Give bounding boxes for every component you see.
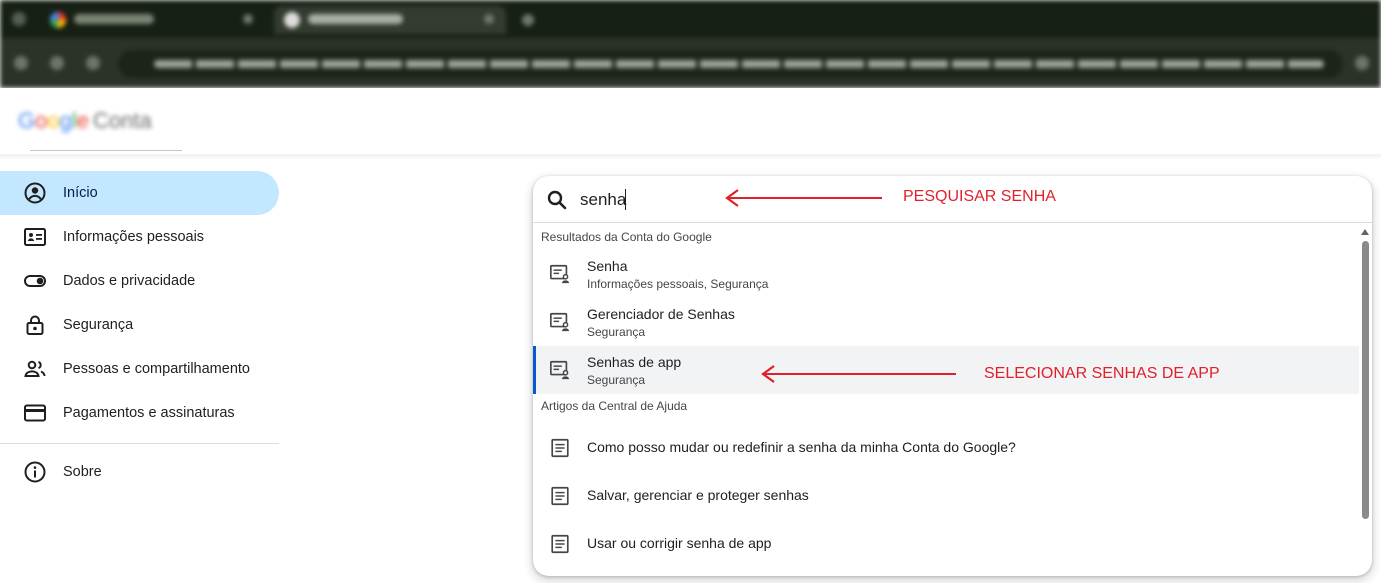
reload-button[interactable] [86, 56, 100, 70]
header-divider [30, 150, 182, 151]
browser-chrome [0, 0, 1381, 88]
tab-strip [0, 0, 1381, 38]
favicon-icon [50, 12, 66, 28]
sidebar-item-sobre[interactable]: Sobre [0, 450, 279, 494]
search-icon[interactable] [545, 188, 569, 212]
result-subtitle: Segurança [587, 373, 646, 387]
scrollbar-thumb[interactable] [1362, 241, 1369, 519]
header-shadow [0, 154, 1381, 160]
back-button[interactable] [14, 56, 28, 70]
text-caret [625, 189, 626, 210]
annotation-arrow-select [761, 365, 956, 383]
extensions-button[interactable] [1355, 56, 1369, 70]
sidebar-item-label: Pagamentos e assinaturas [63, 405, 235, 421]
result-subtitle: Segurança [587, 325, 646, 339]
result-title: Usar ou corrigir senha de app [587, 535, 772, 551]
annotation-arrow-search [725, 189, 882, 207]
tab-title [74, 14, 154, 24]
article-icon [551, 534, 569, 554]
result-item-article-gerenciar-senhas[interactable]: Salvar, gerenciar e proteger senhas [533, 472, 1359, 520]
close-tab-icon[interactable] [243, 14, 253, 24]
sidebar-item-pagamentos-e-assinaturas[interactable]: Pagamentos e assinaturas [0, 391, 279, 435]
id-card-icon [24, 228, 46, 246]
results-scrollbar[interactable] [1359, 224, 1372, 576]
article-icon [551, 486, 569, 506]
close-tab-icon[interactable] [484, 14, 494, 24]
browser-tab-active[interactable] [274, 6, 506, 34]
result-item-senha[interactable]: Senha Informações pessoais, Segurança [533, 250, 1359, 298]
settings-page-icon [550, 264, 570, 284]
favicon-icon [284, 12, 300, 28]
settings-page-icon [550, 360, 570, 380]
result-title: Senhas de app [587, 354, 682, 370]
sidebar-nav: Início Informações pessoais Dados e priv… [0, 171, 279, 494]
result-title: Gerenciador de Senhas [587, 306, 735, 322]
result-item-gerenciador-de-senhas[interactable]: Gerenciador de Senhas Segurança [533, 298, 1359, 346]
result-subtitle: Informações pessoais, Segurança [587, 277, 769, 291]
url-text [154, 60, 1324, 68]
result-title: Como posso mudar ou redefinir a senha da… [587, 439, 1016, 455]
browser-toolbar [0, 38, 1381, 88]
section-heading-account: Resultados da Conta do Google [541, 230, 712, 244]
annotation-search-note: PESQUISAR SENHA [903, 188, 1056, 205]
browser-tab[interactable] [40, 6, 265, 34]
result-item-article-senha-de-app[interactable]: Usar ou corrigir senha de app [533, 520, 1359, 568]
people-icon [24, 360, 46, 377]
info-icon [24, 461, 46, 483]
sidebar-item-pessoas-e-compartilhamento[interactable]: Pessoas e compartilhamento [0, 347, 279, 391]
sidebar-item-label: Sobre [63, 464, 102, 480]
annotation-select-note: SELECIONAR SENHAS DE APP [984, 365, 1220, 382]
result-item-article-mudar-senha[interactable]: Como posso mudar ou redefinir a senha da… [533, 424, 1359, 472]
section-heading-help: Artigos da Central de Ajuda [541, 399, 688, 413]
address-bar[interactable] [118, 50, 1343, 78]
sidebar-item-informacoes-pessoais[interactable]: Informações pessoais [0, 215, 279, 259]
lock-icon [26, 315, 44, 335]
search-results: Resultados da Conta do Google Senha Info… [533, 224, 1359, 568]
result-title: Salvar, gerenciar e proteger senhas [587, 487, 809, 503]
toggle-icon [24, 275, 46, 287]
sidebar-item-label: Informações pessoais [63, 229, 205, 245]
scroll-up-arrow-icon[interactable] [1361, 229, 1369, 235]
window-menu-button[interactable] [12, 12, 26, 26]
forward-button[interactable] [50, 56, 64, 70]
new-tab-button[interactable] [522, 14, 534, 26]
sidebar-item-label: Segurança [63, 317, 134, 333]
sidebar-item-label: Dados e privacidade [63, 273, 196, 289]
result-title: Senha [587, 258, 628, 274]
sidebar-divider [0, 443, 279, 444]
settings-page-icon [550, 312, 570, 332]
sidebar-item-inicio[interactable]: Início [0, 171, 279, 215]
google-account-logo[interactable]: Google Conta [18, 108, 152, 134]
tab-title [308, 14, 403, 24]
account-header: Google Conta [0, 88, 1381, 160]
account-circle-icon [24, 182, 46, 204]
sidebar-item-label: Pessoas e compartilhamento [63, 361, 250, 377]
sidebar-item-label: Início [63, 185, 98, 201]
article-icon [551, 438, 569, 458]
sidebar-item-seguranca[interactable]: Segurança [0, 303, 279, 347]
sidebar-item-dados-e-privacidade[interactable]: Dados e privacidade [0, 259, 279, 303]
credit-card-icon [24, 404, 46, 422]
